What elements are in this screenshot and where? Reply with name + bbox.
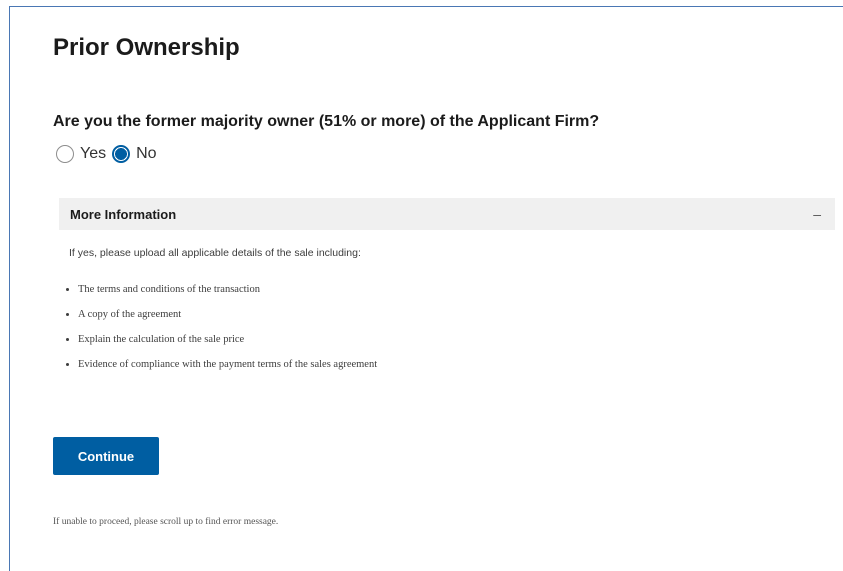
ownership-radio-group: Yes No — [56, 145, 163, 163]
list-item: Evidence of compliance with the payment … — [78, 359, 377, 384]
ownership-question: Are you the former majority owner (51% o… — [53, 113, 600, 130]
accordion-title: More Information — [70, 206, 177, 222]
error-help-text: If unable to proceed, please scroll up t… — [53, 517, 279, 527]
more-information-accordion[interactable]: More Information – — [59, 198, 835, 230]
collapse-icon[interactable]: – — [813, 206, 821, 222]
radio-no-label: No — [136, 145, 157, 162]
radio-option-no[interactable]: No — [112, 145, 157, 163]
list-item: A copy of the agreement — [78, 309, 377, 334]
continue-button[interactable]: Continue — [53, 437, 159, 475]
page-title: Prior Ownership — [53, 34, 240, 61]
sale-details-list: The terms and conditions of the transact… — [64, 284, 377, 384]
radio-no-circle[interactable] — [112, 145, 131, 163]
radio-yes-circle[interactable] — [56, 145, 74, 163]
radio-yes-label: Yes — [80, 145, 107, 162]
radio-option-yes[interactable]: Yes — [56, 145, 106, 163]
list-item: The terms and conditions of the transact… — [78, 284, 377, 309]
list-item: Explain the calculation of the sale pric… — [78, 334, 377, 359]
more-info-intro: If yes, please upload all applicable det… — [69, 247, 361, 259]
